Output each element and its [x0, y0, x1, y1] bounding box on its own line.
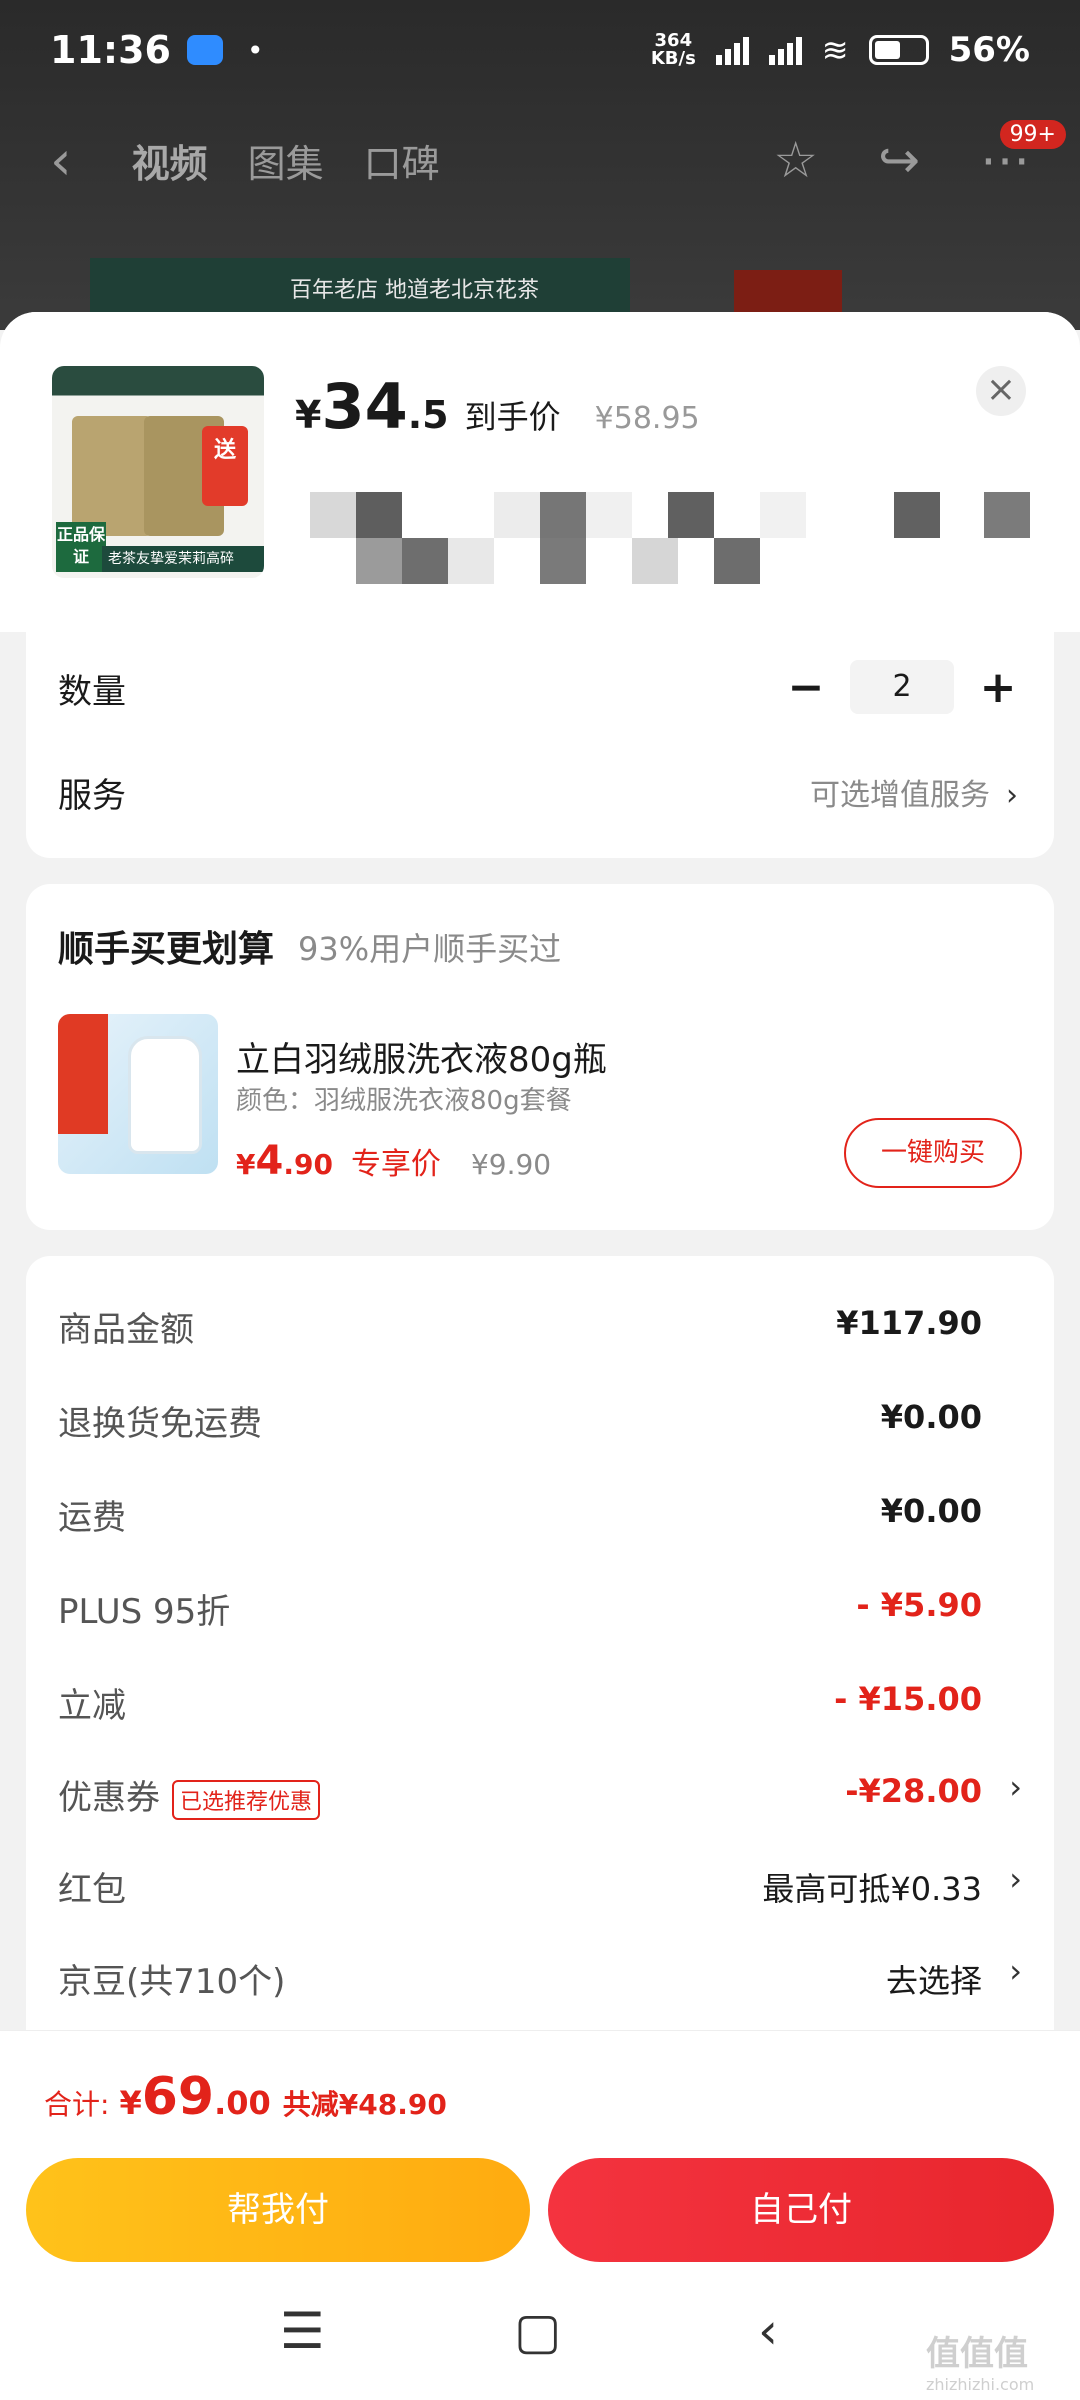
- fee-label: 立减: [58, 1686, 126, 1726]
- addon-price: ¥ 4 .90 专享价 ¥9.90: [236, 1138, 552, 1184]
- favorite-star-icon[interactable]: ☆: [773, 131, 818, 189]
- signal-icon: [715, 35, 749, 65]
- total-savings: 共减¥48.90: [282, 2088, 447, 2121]
- fee-value: - ¥5.90: [856, 1586, 982, 1624]
- close-icon[interactable]: ×: [976, 366, 1026, 416]
- addon-product-image[interactable]: [58, 1014, 218, 1174]
- message-badge: 99+: [999, 120, 1066, 149]
- quantity-minus-button[interactable]: −: [786, 662, 826, 713]
- addon-image-tag: [58, 1014, 108, 1134]
- fee-label: 商品金额: [58, 1310, 194, 1350]
- quantity-label: 数量: [58, 672, 126, 712]
- fee-label: 优惠券 已选推荐优惠: [58, 1770, 321, 1820]
- coupon-row[interactable]: 优惠券 已选推荐优惠 -¥28.00 ›: [26, 1762, 1054, 1822]
- product-banner: 百年老店 地道老北京花茶: [90, 258, 630, 318]
- total-bar: 合计: ¥ 69 .00 共减¥48.90: [0, 2030, 1080, 2150]
- tab-video[interactable]: 视频: [132, 133, 208, 188]
- chevron-right-icon: ›: [1006, 778, 1018, 813]
- total-decimal: .00: [214, 2084, 271, 2122]
- back-nav-icon[interactable]: ‹: [758, 2302, 778, 2360]
- thumb-caption: 老茶友挚爱茉莉高碎: [102, 546, 264, 572]
- fee-row: 退换货免运费 ¥0.00: [26, 1388, 1054, 1448]
- addon-price-label: 专享价: [350, 1147, 441, 1182]
- fee-label: 退换货免运费: [58, 1404, 262, 1444]
- share-icon[interactable]: ↪: [878, 131, 920, 189]
- fee-label: 京豆(共710个): [58, 1962, 286, 2002]
- price-label: 到手价: [464, 398, 561, 436]
- price-currency: ¥: [295, 393, 322, 437]
- wifi-icon: ≋: [821, 31, 849, 69]
- product-price: ¥ 34 .5 到手价 ¥58.95: [295, 370, 700, 443]
- recommended-coupon-tag: 已选推荐优惠: [172, 1779, 321, 1820]
- addon-product-name[interactable]: 立白羽绒服洗衣液80g瓶: [236, 1032, 607, 1081]
- pay-button-bar: 帮我付 自己付: [0, 2150, 1080, 2274]
- service-label: 服务: [58, 776, 126, 816]
- redacted-spec-mosaic: [310, 488, 1030, 584]
- battery-icon: [868, 35, 929, 65]
- system-nav-bar: ☰ ▢ ‹: [0, 2274, 1080, 2400]
- self-pay-button[interactable]: 自己付: [548, 2158, 1054, 2262]
- status-time: 11:36: [50, 28, 171, 72]
- fee-value: - ¥15.00: [834, 1680, 982, 1718]
- fee-value: ¥0.00: [880, 1398, 982, 1436]
- menu-icon[interactable]: ☰: [280, 2302, 325, 2360]
- product-thumbnail: 送 正品保证 老茶友挚爱茉莉高碎: [52, 366, 264, 578]
- jingdou-row[interactable]: 京豆(共710个) 去选择 ›: [26, 1946, 1054, 2006]
- fee-label: 红包: [58, 1870, 126, 1910]
- fee-breakdown-card: 商品金额 ¥117.90 退换货免运费 ¥0.00 运费 ¥0.00 PLUS …: [26, 1256, 1054, 2056]
- addon-card: 顺手买更划算 93%用户顺手买过 立白羽绒服洗衣液80g瓶 颜色：羽绒服洗衣液8…: [26, 884, 1054, 1230]
- quantity-value[interactable]: 2: [850, 660, 954, 714]
- addon-title: 顺手买更划算: [58, 929, 275, 970]
- watermark: 值值值 zhizhizhi.com: [926, 2334, 1035, 2394]
- quantity-plus-button[interactable]: +: [978, 662, 1018, 713]
- price-decimal: .5: [407, 393, 449, 437]
- fee-row: 立减 - ¥15.00: [26, 1670, 1054, 1730]
- addon-original-price: ¥9.90: [470, 1148, 552, 1181]
- fee-value: 最高可抵¥0.33: [762, 1870, 982, 1908]
- order-total: 合计: ¥ 69 .00 共减¥48.90: [44, 2067, 447, 2127]
- fee-label: 运费: [58, 1498, 126, 1538]
- price-integer: 34: [321, 370, 408, 443]
- fee-value: ¥0.00: [880, 1492, 982, 1530]
- notification-dot: •: [246, 33, 264, 67]
- friend-pay-button[interactable]: 帮我付: [26, 2158, 530, 2262]
- tab-gallery[interactable]: 图集: [248, 133, 324, 188]
- chevron-right-icon: ›: [1009, 1768, 1022, 1806]
- signal-icon-2: [768, 35, 802, 65]
- fee-value: ¥117.90: [836, 1304, 982, 1342]
- back-icon[interactable]: ‹: [50, 129, 72, 192]
- home-icon[interactable]: ▢: [514, 2302, 561, 2360]
- tea-bag-image: [72, 416, 152, 536]
- product-top-nav: ‹ 视频 图集 口碑 ☆ ↪ ⋯ 99+: [0, 120, 1080, 200]
- quantity-stepper: − 2 +: [786, 660, 1018, 714]
- red-packet-row[interactable]: 红包 最高可抵¥0.33 ›: [26, 1854, 1054, 1914]
- total-label: 合计:: [44, 2088, 110, 2121]
- authentic-badge: 正品保证: [56, 522, 106, 572]
- status-bar: 11:36 • 364 KB/s ≋ 56%: [0, 0, 1080, 100]
- cloud-icon: [186, 35, 223, 65]
- battery-percent: 56%: [948, 30, 1030, 70]
- network-speed: 364 KB/s: [650, 30, 696, 69]
- tab-reviews[interactable]: 口碑: [364, 133, 440, 188]
- one-click-buy-button[interactable]: 一键购买: [844, 1118, 1022, 1188]
- chevron-right-icon: ›: [1009, 1860, 1022, 1898]
- fee-row: 运费 ¥0.00: [26, 1482, 1054, 1542]
- fee-value: 去选择: [885, 1962, 982, 2000]
- fee-value: -¥28.00: [845, 1772, 982, 1810]
- quantity-service-card: 数量 − 2 + 服务 可选增值服务 ›: [26, 600, 1054, 858]
- service-option-link[interactable]: 可选增值服务 ›: [810, 770, 1018, 814]
- detergent-bottle: [128, 1036, 202, 1154]
- chevron-right-icon: ›: [1009, 1952, 1022, 1990]
- total-integer: 69: [141, 2067, 215, 2127]
- original-price: ¥58.95: [594, 401, 700, 436]
- fee-row: 商品金额 ¥117.90: [26, 1294, 1054, 1354]
- gift-tag: 送: [202, 426, 248, 506]
- fee-row: PLUS 95折 - ¥5.90: [26, 1576, 1054, 1636]
- addon-product-spec: 颜色：羽绒服洗衣液80g套餐: [236, 1086, 572, 1116]
- fee-label: PLUS 95折: [58, 1592, 231, 1632]
- addon-subtitle: 93%用户顺手买过: [298, 930, 562, 968]
